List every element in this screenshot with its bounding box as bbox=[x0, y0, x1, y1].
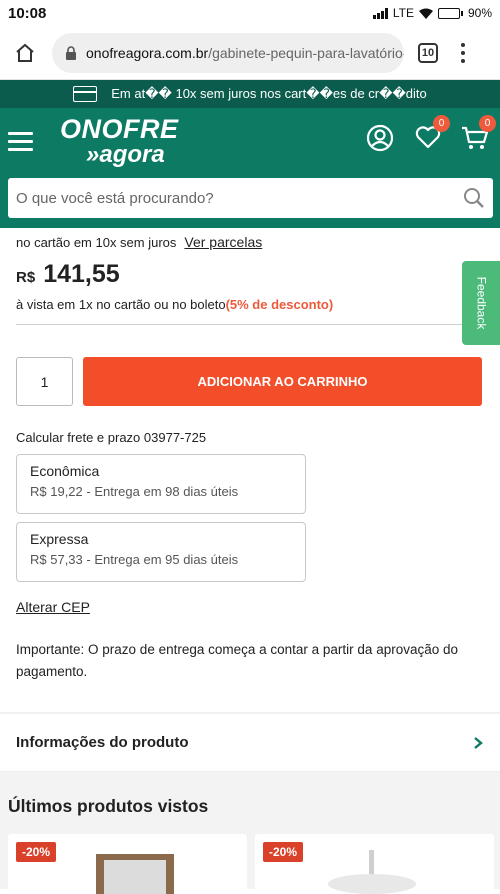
freight-title: Calcular frete e prazo 03977-725 bbox=[16, 430, 207, 445]
price-block: R$ 141,55 bbox=[16, 260, 120, 289]
shipping-option-economica[interactable]: Econômica R$ 19,22 - Entrega em 98 dias … bbox=[16, 454, 306, 514]
shipping-option-name: Econômica bbox=[30, 463, 100, 479]
shipping-option-detail: R$ 19,22 - Entrega em 98 dias úteis bbox=[30, 484, 239, 499]
browser-toolbar: onofreagora.com.br/gabinete-pequin-para-… bbox=[0, 26, 500, 80]
onofre-logo[interactable]: ONOFRE »agora bbox=[60, 116, 179, 167]
recently-viewed-section: Últimos produtos vistos -20% -20% bbox=[0, 772, 500, 894]
installments-line: no cartão em 10x sem juros Ver parcelas bbox=[16, 234, 262, 250]
status-time: 10:08 bbox=[8, 4, 47, 22]
shipping-option-expressa[interactable]: Expressa R$ 57,33 - Entrega em 95 dias ú… bbox=[16, 522, 306, 582]
quantity-input[interactable]: 1 bbox=[16, 357, 73, 406]
search-icon[interactable] bbox=[463, 187, 485, 209]
delivery-notice: Importante: O prazo de entrega começa a … bbox=[16, 642, 459, 679]
url-domain: onofreagora.com.br bbox=[86, 44, 209, 61]
change-cep-link[interactable]: Alterar CEP bbox=[16, 599, 90, 615]
home-icon bbox=[16, 43, 34, 62]
price-currency: R$ bbox=[16, 269, 36, 286]
feedback-tab[interactable]: Feedback bbox=[462, 261, 500, 345]
url-path: /gabinete-pequin-para-lavatório-c bbox=[208, 44, 404, 61]
discount-badge: -20% bbox=[263, 842, 304, 862]
lock-icon bbox=[66, 45, 76, 60]
recent-product-card[interactable]: -20% bbox=[255, 834, 494, 894]
recently-viewed-title: Últimos produtos vistos bbox=[8, 796, 209, 816]
installments-text: no cartão em 10x sem juros bbox=[16, 235, 177, 250]
browser-menu-button[interactable] bbox=[458, 42, 468, 63]
cart-button[interactable]: 0 bbox=[460, 115, 496, 153]
site-header: ONOFRE »agora 0 0 bbox=[0, 108, 500, 228]
user-icon bbox=[366, 124, 394, 152]
recent-product-card[interactable]: -20% bbox=[8, 834, 247, 894]
product-info-accordion[interactable]: Informações do produto bbox=[0, 714, 500, 772]
status-bar: 10:08 LTE 90% bbox=[0, 0, 500, 26]
cart-count-badge: 0 bbox=[479, 115, 496, 132]
signal-icon bbox=[372, 7, 388, 19]
address-bar[interactable]: onofreagora.com.br/gabinete-pequin-para-… bbox=[52, 32, 404, 73]
view-installments-link[interactable]: Ver parcelas bbox=[184, 234, 262, 250]
logo-top-text: ONOFRE bbox=[60, 114, 179, 144]
menu-icon[interactable] bbox=[8, 132, 33, 151]
promo-banner: Em at�� 10x sem juros nos cart��es de cr… bbox=[0, 80, 500, 108]
faucet-sink-image bbox=[328, 850, 416, 894]
account-button[interactable] bbox=[365, 123, 395, 153]
chevron-right-icon bbox=[474, 736, 483, 749]
search-input[interactable] bbox=[16, 189, 463, 207]
cash-payment-line: à vista em 1x no cartão ou no boleto(5% … bbox=[16, 297, 333, 312]
divider bbox=[16, 324, 482, 325]
price-value: 141,55 bbox=[43, 260, 120, 288]
discount-badge: -20% bbox=[16, 842, 57, 862]
product-info-label: Informações do produto bbox=[16, 734, 189, 751]
discount-text: (5% de desconto) bbox=[225, 297, 334, 312]
status-indicators: LTE 90% bbox=[372, 6, 492, 20]
search-bar bbox=[8, 178, 493, 218]
add-to-cart-button[interactable]: ADICIONAR AO CARRINHO bbox=[83, 357, 482, 406]
network-type: LTE bbox=[392, 6, 414, 20]
feedback-label: Feedback bbox=[474, 276, 489, 330]
cash-payment-text: à vista em 1x no cartão ou no boleto bbox=[16, 297, 226, 312]
shipping-option-detail: R$ 57,33 - Entrega em 95 dias úteis bbox=[30, 552, 239, 567]
tabs-button[interactable]: 10 bbox=[418, 42, 438, 63]
promo-text: Em at�� 10x sem juros nos cart��es de cr… bbox=[111, 86, 427, 101]
credit-card-icon bbox=[73, 86, 98, 102]
battery-icon bbox=[437, 7, 463, 19]
shipping-option-name: Expressa bbox=[30, 531, 89, 547]
battery-percent: 90% bbox=[467, 6, 492, 20]
mirror-cabinet-image bbox=[96, 854, 174, 894]
wishlist-count-badge: 0 bbox=[433, 115, 450, 132]
wifi-icon bbox=[418, 8, 433, 19]
logo-bottom-text: »agora bbox=[86, 141, 165, 168]
home-button[interactable] bbox=[10, 38, 40, 68]
wishlist-button[interactable]: 0 bbox=[414, 115, 450, 153]
